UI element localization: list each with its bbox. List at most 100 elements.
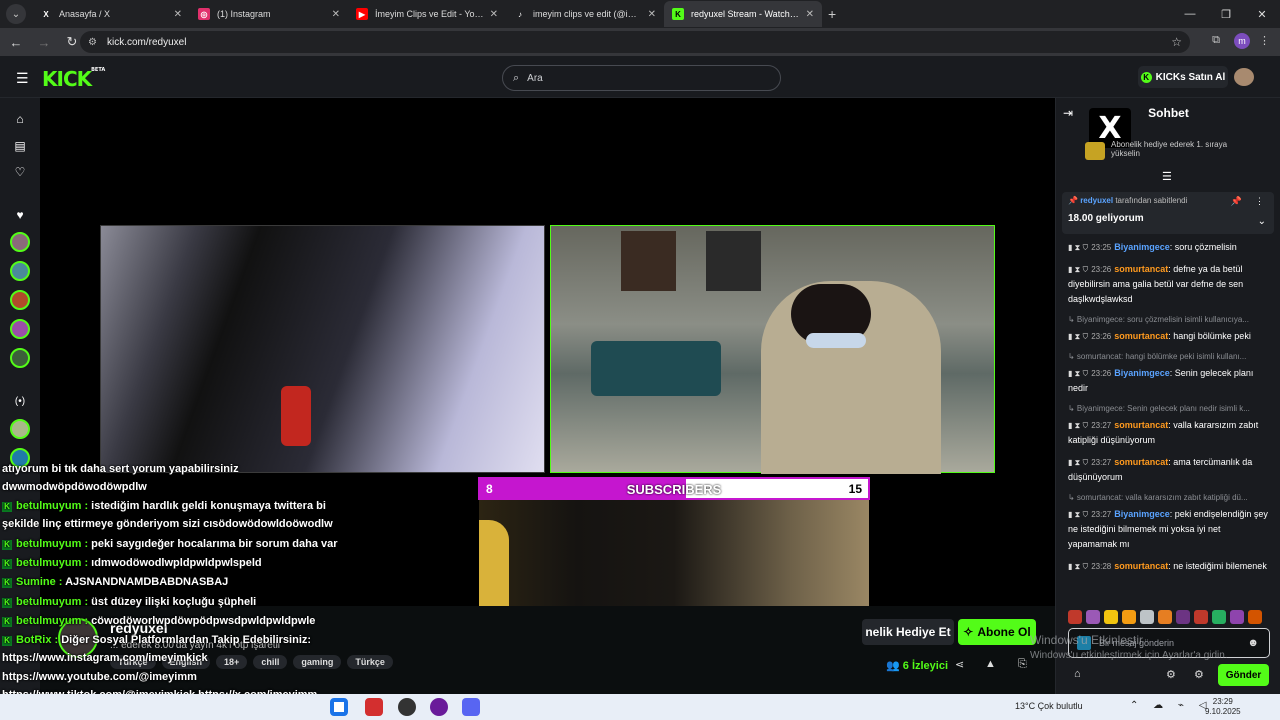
chat-message: ▮ ⧗ ⛉ 23:27 somurtancat: valla kararsızım …	[1062, 418, 1272, 448]
gift-leaderboard-banner[interactable]: Abonelik hediye ederek 1. sıraya yükseli…	[1085, 140, 1255, 160]
chrome-icon[interactable]	[330, 698, 348, 716]
new-tab-button[interactable]: +	[828, 6, 836, 22]
kick-logo[interactable]: KICKBETA	[42, 67, 105, 91]
overlay-message: Diğer Sosyal Platformlardan Takip Edebil…	[61, 634, 312, 646]
kick-badge-icon: K	[2, 559, 12, 569]
emote[interactable]	[1248, 610, 1262, 624]
pin-icon[interactable]: 📌	[1231, 196, 1242, 207]
more-icon[interactable]: ⋮	[1255, 196, 1264, 207]
home-icon[interactable]: ⌂	[12, 112, 28, 128]
emote[interactable]	[1176, 610, 1190, 624]
tab-youtube[interactable]: ▶ İmeyim Clips ve Edit - YouTube ✕	[348, 1, 506, 27]
emote[interactable]	[1194, 610, 1208, 624]
badge-icons: ▮ ⧗ ⛉	[1068, 421, 1089, 430]
maximize-button[interactable]: ❐	[1208, 0, 1244, 28]
recommended-channel-avatar[interactable]	[10, 419, 30, 439]
emoji-icon[interactable]: ☻	[1247, 637, 1259, 649]
gift-sub-button[interactable]: nelik Hediye Et	[862, 619, 954, 645]
share-icon[interactable]: ⋖	[955, 658, 964, 671]
overlay-message: cöwodöworlwpdöwpödpwsdpwldpwldpwle	[91, 615, 316, 627]
emote[interactable]	[1122, 610, 1136, 624]
followed-channel-avatar[interactable]	[10, 290, 30, 310]
send-button[interactable]: Gönder	[1218, 664, 1269, 686]
overlay-message: AJSNANDNAMDBABDNASBAJ	[65, 576, 229, 588]
emote[interactable]	[1086, 610, 1100, 624]
viewers-icon: 👥	[886, 660, 900, 672]
badge-icons: ▮ ⧗ ⛉	[1068, 243, 1089, 252]
followed-channel-avatar[interactable]	[10, 261, 30, 281]
tag[interactable]: 18+	[216, 655, 248, 669]
menu-icon[interactable]: ☰	[16, 70, 29, 87]
emote[interactable]	[1104, 610, 1118, 624]
emote[interactable]	[1230, 610, 1244, 624]
chat-username[interactable]: Biyanimgece	[1114, 242, 1170, 252]
chat-username[interactable]: somurtancat	[1114, 561, 1168, 571]
search-input[interactable]: ⌕ Ara	[502, 65, 781, 91]
mod-tools-icon[interactable]: ⚙	[1194, 668, 1204, 681]
browse-icon[interactable]: ▤	[12, 139, 28, 155]
tag[interactable]: Türkçe	[347, 655, 393, 669]
chat-username[interactable]: somurtancat	[1114, 264, 1168, 274]
close-icon[interactable]: ✕	[332, 9, 340, 20]
close-icon[interactable]: ✕	[806, 9, 814, 20]
close-icon[interactable]: ✕	[648, 9, 656, 20]
tab-tiktok[interactable]: ♪ imeyim clips ve edit (@imeyimk ✕	[506, 1, 664, 27]
windows-activation-watermark: Windows'u Etkinleştir Windows'u etkinleş…	[1030, 633, 1228, 661]
emote[interactable]	[1068, 610, 1082, 624]
followed-channel-avatar[interactable]	[10, 319, 30, 339]
tab-x[interactable]: X Anasayfa / X ✕	[32, 1, 190, 27]
followed-channel-avatar[interactable]	[10, 348, 30, 368]
back-button[interactable]: ←	[4, 35, 28, 50]
clock[interactable]: 23:29 9.10.2025	[1205, 697, 1241, 717]
extensions-icon[interactable]: ⧉	[1212, 34, 1220, 47]
pinned-by: 📌 redyuxel tarafından sabitlendi	[1068, 196, 1188, 205]
system-tray-icons[interactable]: ⌃ ☁ ⌁ ◁	[1130, 700, 1212, 711]
live-recommended-icon[interactable]: (•)	[12, 396, 28, 412]
app-icon[interactable]	[430, 698, 448, 716]
chat-username[interactable]: Biyanimgece	[1114, 368, 1170, 378]
weather-widget[interactable]: 13°C Çok bulutlu	[1015, 701, 1083, 711]
close-icon[interactable]: ✕	[490, 9, 498, 20]
close-window-button[interactable]: ✕	[1244, 0, 1280, 28]
overlay-message: dwwmodwöpdöwodöwpdlw	[2, 481, 147, 493]
site-info-icon[interactable]: ⚙	[88, 37, 97, 48]
buy-kicks-button[interactable]: K KICKs Satın Al	[1138, 66, 1228, 88]
app-icon[interactable]	[365, 698, 383, 716]
emote[interactable]	[1140, 610, 1154, 624]
tab-kick[interactable]: K redyuxel Stream - Watch Live o ✕	[664, 1, 822, 27]
discord-icon[interactable]	[462, 698, 480, 716]
chat-filter-icon[interactable]: ☰	[1162, 170, 1172, 183]
profile-avatar[interactable]: m	[1234, 33, 1250, 49]
clip-icon[interactable]: ⎘	[1018, 658, 1027, 671]
chat-username[interactable]: Biyanimgece	[1114, 509, 1170, 519]
app-icon[interactable]	[398, 698, 416, 716]
favorites-heart-icon[interactable]: ♥	[12, 208, 28, 224]
emote[interactable]	[1158, 610, 1172, 624]
minimize-button[interactable]: —	[1172, 0, 1208, 28]
forward-button[interactable]: →	[32, 35, 56, 50]
chat-username[interactable]: somurtancat	[1114, 420, 1168, 430]
store-icon[interactable]: ⌂	[1074, 668, 1081, 680]
pinned-message[interactable]: 📌 redyuxel tarafından sabitlendi 18.00 g…	[1062, 192, 1274, 234]
tab-search-button[interactable]: ⌄	[6, 4, 26, 24]
subscribe-button[interactable]: ✧ Abone Ol	[958, 619, 1036, 645]
chat-username[interactable]: somurtancat	[1114, 457, 1168, 467]
report-icon[interactable]: ▲	[985, 658, 996, 670]
tab-instagram[interactable]: ◎ (1) Instagram ✕	[190, 1, 348, 27]
clock-time: 23:29	[1212, 697, 1233, 706]
browser-menu-icon[interactable]: ⋮	[1259, 34, 1270, 47]
user-avatar[interactable]	[1234, 68, 1254, 86]
close-icon[interactable]: ✕	[174, 9, 182, 20]
tag[interactable]: chill	[253, 655, 288, 669]
site-header: ☰ KICKBETA ⌕ Ara K KICKs Satın Al	[0, 56, 1280, 98]
tag[interactable]: gaming	[293, 655, 342, 669]
followed-channel-avatar[interactable]	[10, 232, 30, 252]
following-icon[interactable]: ♡	[12, 165, 28, 181]
settings-gear-icon[interactable]: ⚙	[1166, 668, 1176, 681]
url-field[interactable]: ⚙ kick.com/redyuxel ☆	[80, 31, 1190, 53]
bookmark-star-icon[interactable]: ☆	[1171, 35, 1182, 49]
chevron-down-icon[interactable]: ⌄	[1258, 216, 1266, 227]
chat-username[interactable]: somurtancat	[1114, 331, 1168, 341]
emote[interactable]	[1212, 610, 1226, 624]
tab-title: redyuxel Stream - Watch Live o	[691, 9, 800, 19]
